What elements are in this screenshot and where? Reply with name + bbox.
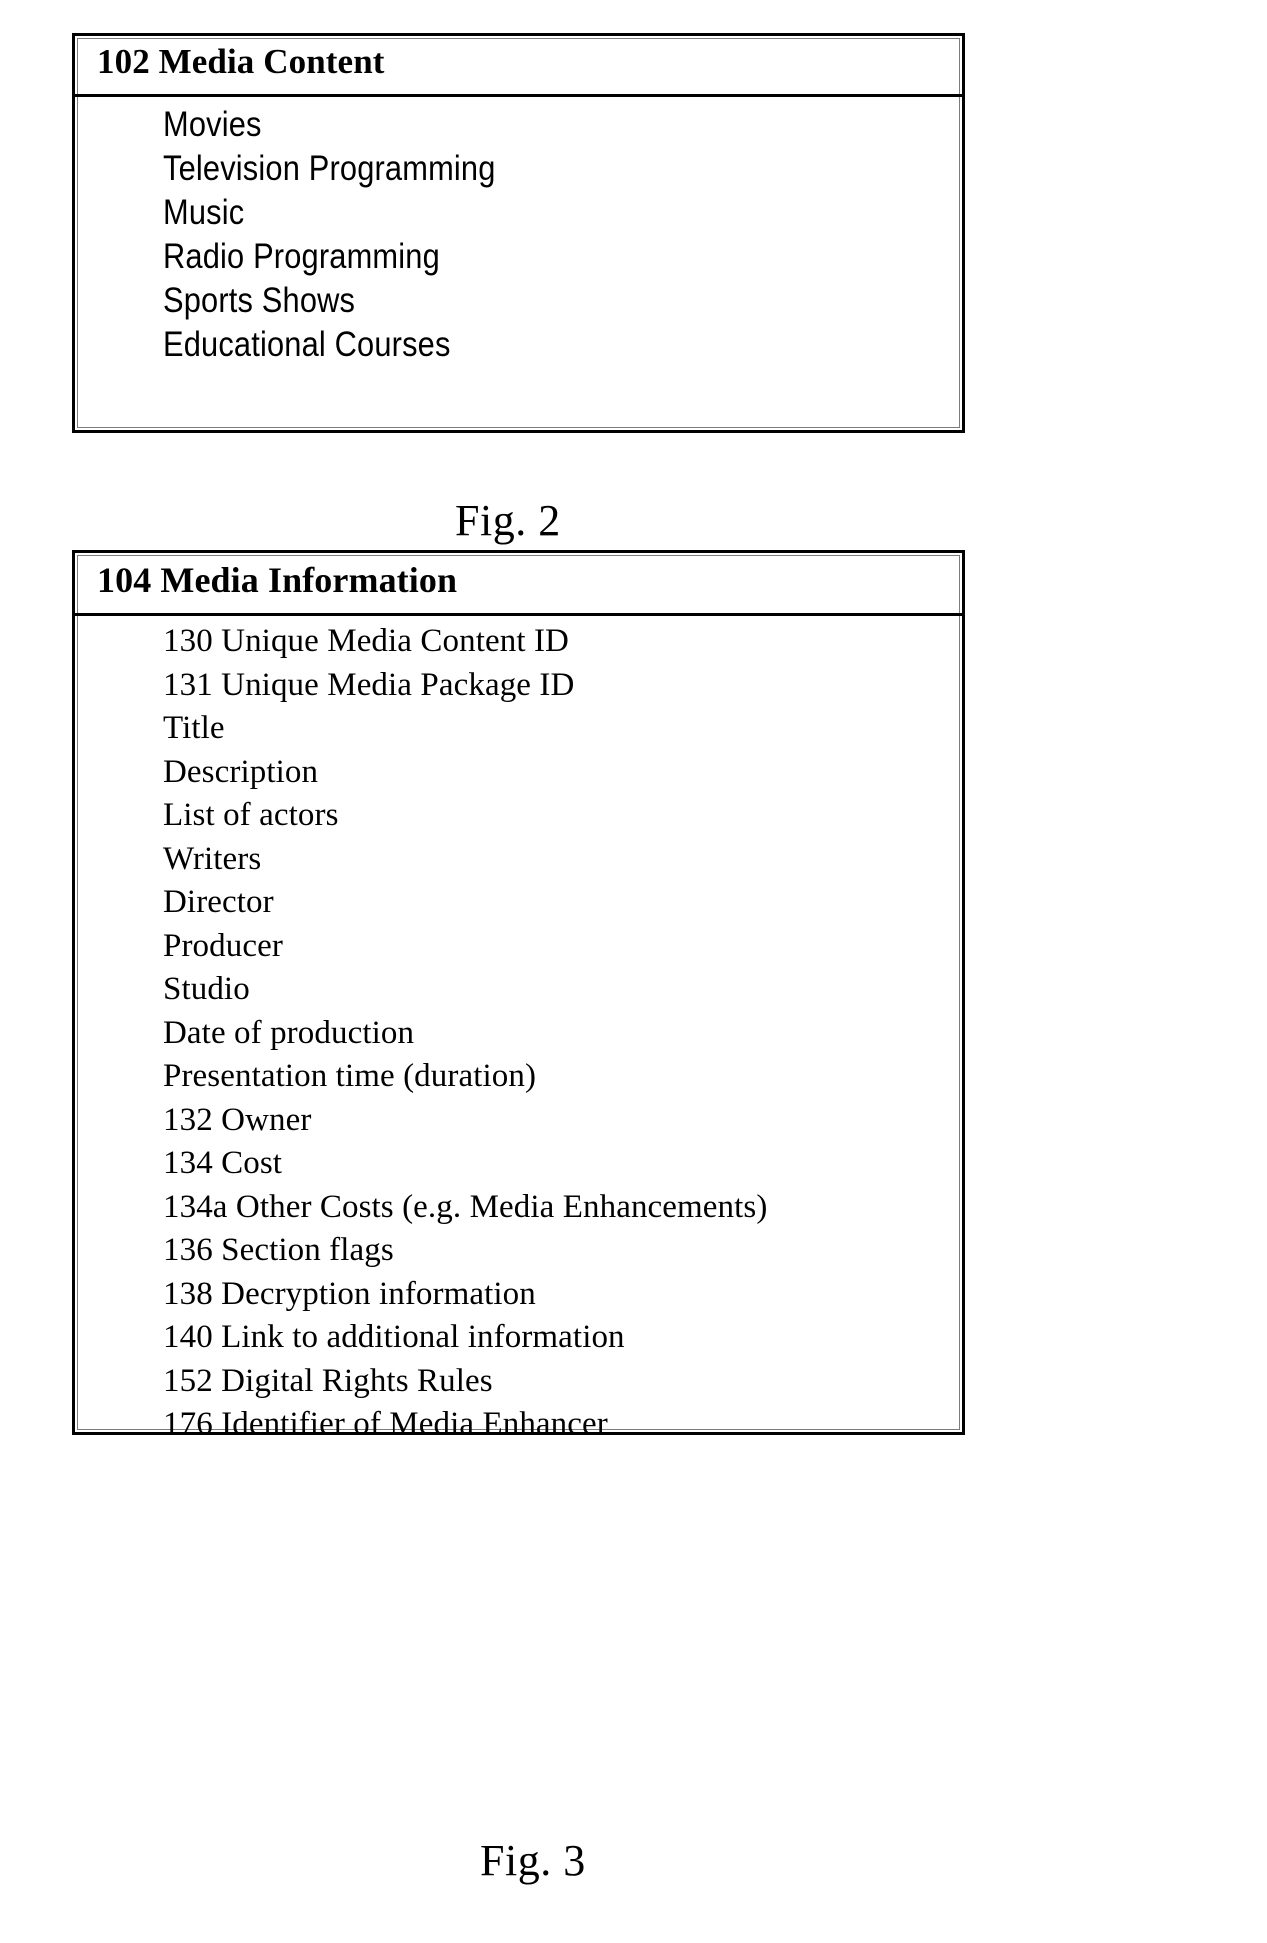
list-item: Radio Programming [163, 237, 440, 276]
list-item: Producer [163, 927, 283, 964]
list-item: List of actors [163, 797, 339, 833]
list-item: Presentation time (duration) [163, 1058, 537, 1094]
media-information-box: 104 Media Information 130 Unique Media C… [72, 550, 965, 1435]
list-item: Description [163, 753, 319, 790]
list-item: 136 Section flags [163, 1232, 394, 1268]
list-item: Director [163, 884, 274, 920]
list-item: 130 Unique Media Content ID [163, 623, 569, 659]
list-item: 140 Link to additional information [163, 1319, 625, 1355]
figure-3-caption: Fig. 3 [480, 1836, 586, 1885]
list-item: 131 Unique Media Package ID [163, 666, 575, 703]
list-item: 138 Decryption information [163, 1275, 536, 1312]
list-item: Studio [163, 971, 250, 1007]
list-item: Educational Courses [163, 325, 451, 364]
list-item: Sports Shows [163, 281, 356, 320]
list-item: Movies [163, 105, 262, 144]
list-item: 134 Cost [163, 1145, 283, 1181]
media-content-list: Movies Television Programming Music Radi… [75, 97, 962, 367]
list-item: Writers [163, 840, 262, 877]
list-item: Date of production [163, 1014, 415, 1051]
list-item: 134a Other Costs (e.g. Media Enhancement… [163, 1188, 768, 1225]
list-item: 152 Digital Rights Rules [163, 1362, 493, 1399]
media-information-list: 130 Unique Media Content ID 131 Unique M… [75, 616, 962, 1435]
patent-drawing-sheet: 102 Media Content Movies Television Prog… [0, 0, 1267, 1943]
list-item: Title [163, 710, 225, 746]
list-item: Music [163, 193, 245, 232]
media-content-box-header: 102 Media Content [75, 36, 962, 97]
figure-2-caption: Fig. 2 [455, 496, 561, 545]
list-item: Television Programming [163, 149, 496, 188]
list-item: 132 Owner [163, 1101, 312, 1138]
media-content-box: 102 Media Content Movies Television Prog… [72, 33, 965, 433]
list-item: 176 Identifier of Media Enhancer [163, 1406, 608, 1435]
media-information-box-header: 104 Media Information [75, 553, 962, 616]
